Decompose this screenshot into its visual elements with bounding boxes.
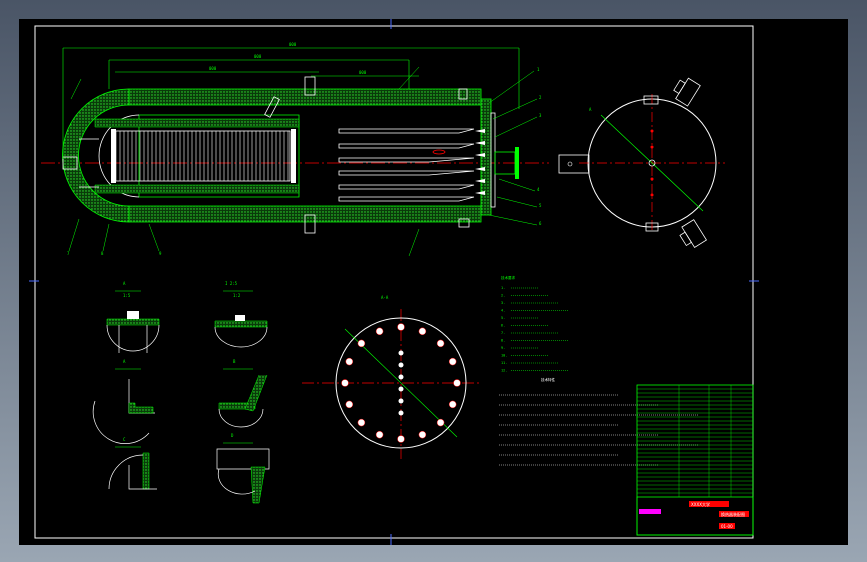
leader-4: 4 (537, 187, 540, 192)
bolt-hole (397, 435, 405, 443)
bolt-hole (397, 323, 405, 331)
leader-5: 5 (539, 203, 542, 208)
bolt-hole (345, 357, 354, 366)
note-item: 7. (501, 331, 505, 335)
dim-label-4: 000 (359, 70, 367, 75)
svg-text:A: A (123, 359, 126, 364)
dim-label-1: 000 (289, 42, 297, 47)
leader-6: 6 (539, 221, 542, 226)
svg-text:1:5: 1:5 (123, 293, 131, 298)
notes-block: 技术要求 1. 2. 3. 4. 5. 6. 7. 8. 9. 10. 11. 12. 技术特性 (499, 275, 699, 466)
bolt-hole (375, 327, 384, 336)
detail-c: A (92, 359, 155, 444)
tube-sheet-label: A-A (381, 295, 389, 300)
note-item: 8. (501, 339, 505, 343)
bolt-hole (418, 327, 427, 336)
leader-2: 2 (539, 95, 542, 100)
bolt-hole (448, 400, 457, 409)
note-item: 1. (501, 286, 505, 290)
detail-f: D (216, 433, 270, 504)
detail-b: I 2:5 1:2 (214, 281, 268, 348)
title-school: XXXX大学 (691, 501, 710, 507)
tube-sheet-right (291, 129, 296, 183)
svg-text:B: B (233, 359, 236, 364)
bayonet-tubes (338, 128, 475, 202)
note-item: 2. (501, 294, 505, 298)
svg-text:C: C (123, 437, 126, 442)
note-item: 6. (501, 324, 505, 328)
dim-label-3: 000 (209, 66, 217, 71)
detail-d: B (218, 359, 268, 428)
bolt-hole (453, 379, 461, 387)
dimension-text: 000 000 000 000 (209, 42, 367, 75)
main-section-view: 000 000 000 000 1 2 3 4 5 6 7 8 9 (41, 42, 549, 257)
bolt-hole (436, 339, 445, 348)
bolt-hole (341, 379, 349, 387)
note-item: 11. (501, 361, 507, 365)
svg-text:D: D (231, 433, 234, 438)
note-item: 3. (501, 301, 505, 305)
tube-sheet-view: A-A (302, 295, 479, 459)
leader-3: 3 (539, 113, 542, 118)
drawing-canvas[interactable]: 000 000 000 000 1 2 3 4 5 6 7 8 9 A A 1:… (19, 19, 848, 545)
bolt-hole (357, 339, 366, 348)
bolt-hole (418, 430, 427, 439)
end-view: A (558, 77, 725, 248)
end-view-nozzle-top (673, 77, 701, 107)
note-item: 10. (501, 354, 507, 358)
leader-1: 1 (537, 67, 540, 72)
svg-text:A: A (123, 281, 126, 286)
bolt-hole (345, 400, 354, 409)
end-view-label: A (589, 107, 592, 112)
detail-a: A 1:5 (106, 281, 160, 353)
note-item: 12. (501, 369, 507, 373)
drawing-viewport[interactable]: 000 000 000 000 1 2 3 4 5 6 7 8 9 A A 1:… (19, 19, 848, 545)
note-item: 5. (501, 316, 505, 320)
bolt-hole (375, 430, 384, 439)
end-view-nozzle-bottom (679, 219, 707, 248)
note-item: 4. (501, 309, 505, 313)
end-view-side-nozzle (558, 154, 590, 174)
bolt-hole (357, 418, 366, 427)
bolt-hole (436, 418, 445, 427)
end-flange (480, 98, 492, 216)
detail-e: C (108, 437, 157, 490)
detail-views: A 1:5 I 2:5 1:2 A B C D (92, 281, 270, 504)
right-nozzle-flange (515, 147, 519, 179)
title-drawing-name: 换热器装配图 (721, 511, 745, 517)
tube-bundle (114, 130, 291, 182)
dim-label-2: 000 (254, 54, 262, 59)
title-drawing-no: 01-00 (721, 524, 733, 529)
leader-9: 9 (159, 251, 162, 256)
svg-text:1:2: 1:2 (233, 293, 241, 298)
title-block: XXXX大学 换热器装配图 01-00 (636, 384, 754, 536)
notes-heading: 技术要求 (501, 275, 515, 280)
bolt-hole (448, 357, 457, 366)
tube-sheet-left (111, 129, 116, 183)
note-item: 9. (501, 346, 505, 350)
tech-heading: 技术特性 (541, 377, 555, 382)
leader-8: 8 (101, 251, 104, 256)
svg-text:I 2:5: I 2:5 (225, 281, 238, 286)
leader-7: 7 (67, 251, 70, 256)
